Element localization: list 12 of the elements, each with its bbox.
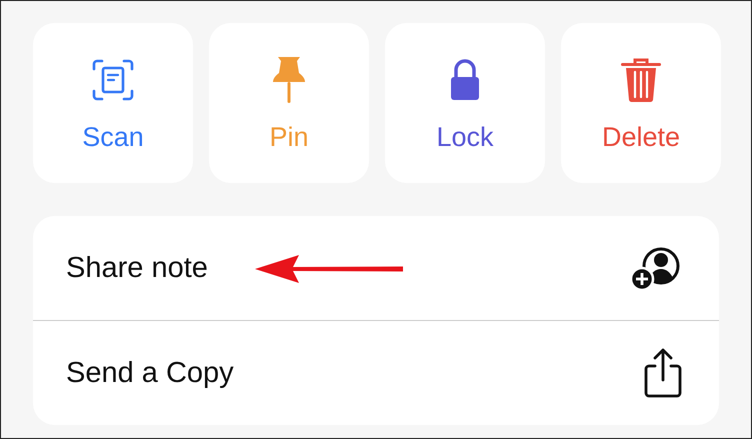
menu-item-label: Share note <box>66 252 208 284</box>
share-icon <box>643 348 683 398</box>
action-tile[interactable]: Scan <box>33 23 193 183</box>
action-tile[interactable]: Lock <box>385 23 545 183</box>
trash-icon <box>620 57 662 103</box>
pushpin-icon <box>272 55 306 105</box>
scan-icon <box>92 59 134 101</box>
menu-item-label: Send a Copy <box>66 356 234 390</box>
action-tile[interactable]: Delete <box>561 23 721 183</box>
menu-item[interactable]: Send a Copy <box>33 320 719 425</box>
lock-icon <box>450 59 480 101</box>
menu-item[interactable]: Share note <box>33 216 719 320</box>
